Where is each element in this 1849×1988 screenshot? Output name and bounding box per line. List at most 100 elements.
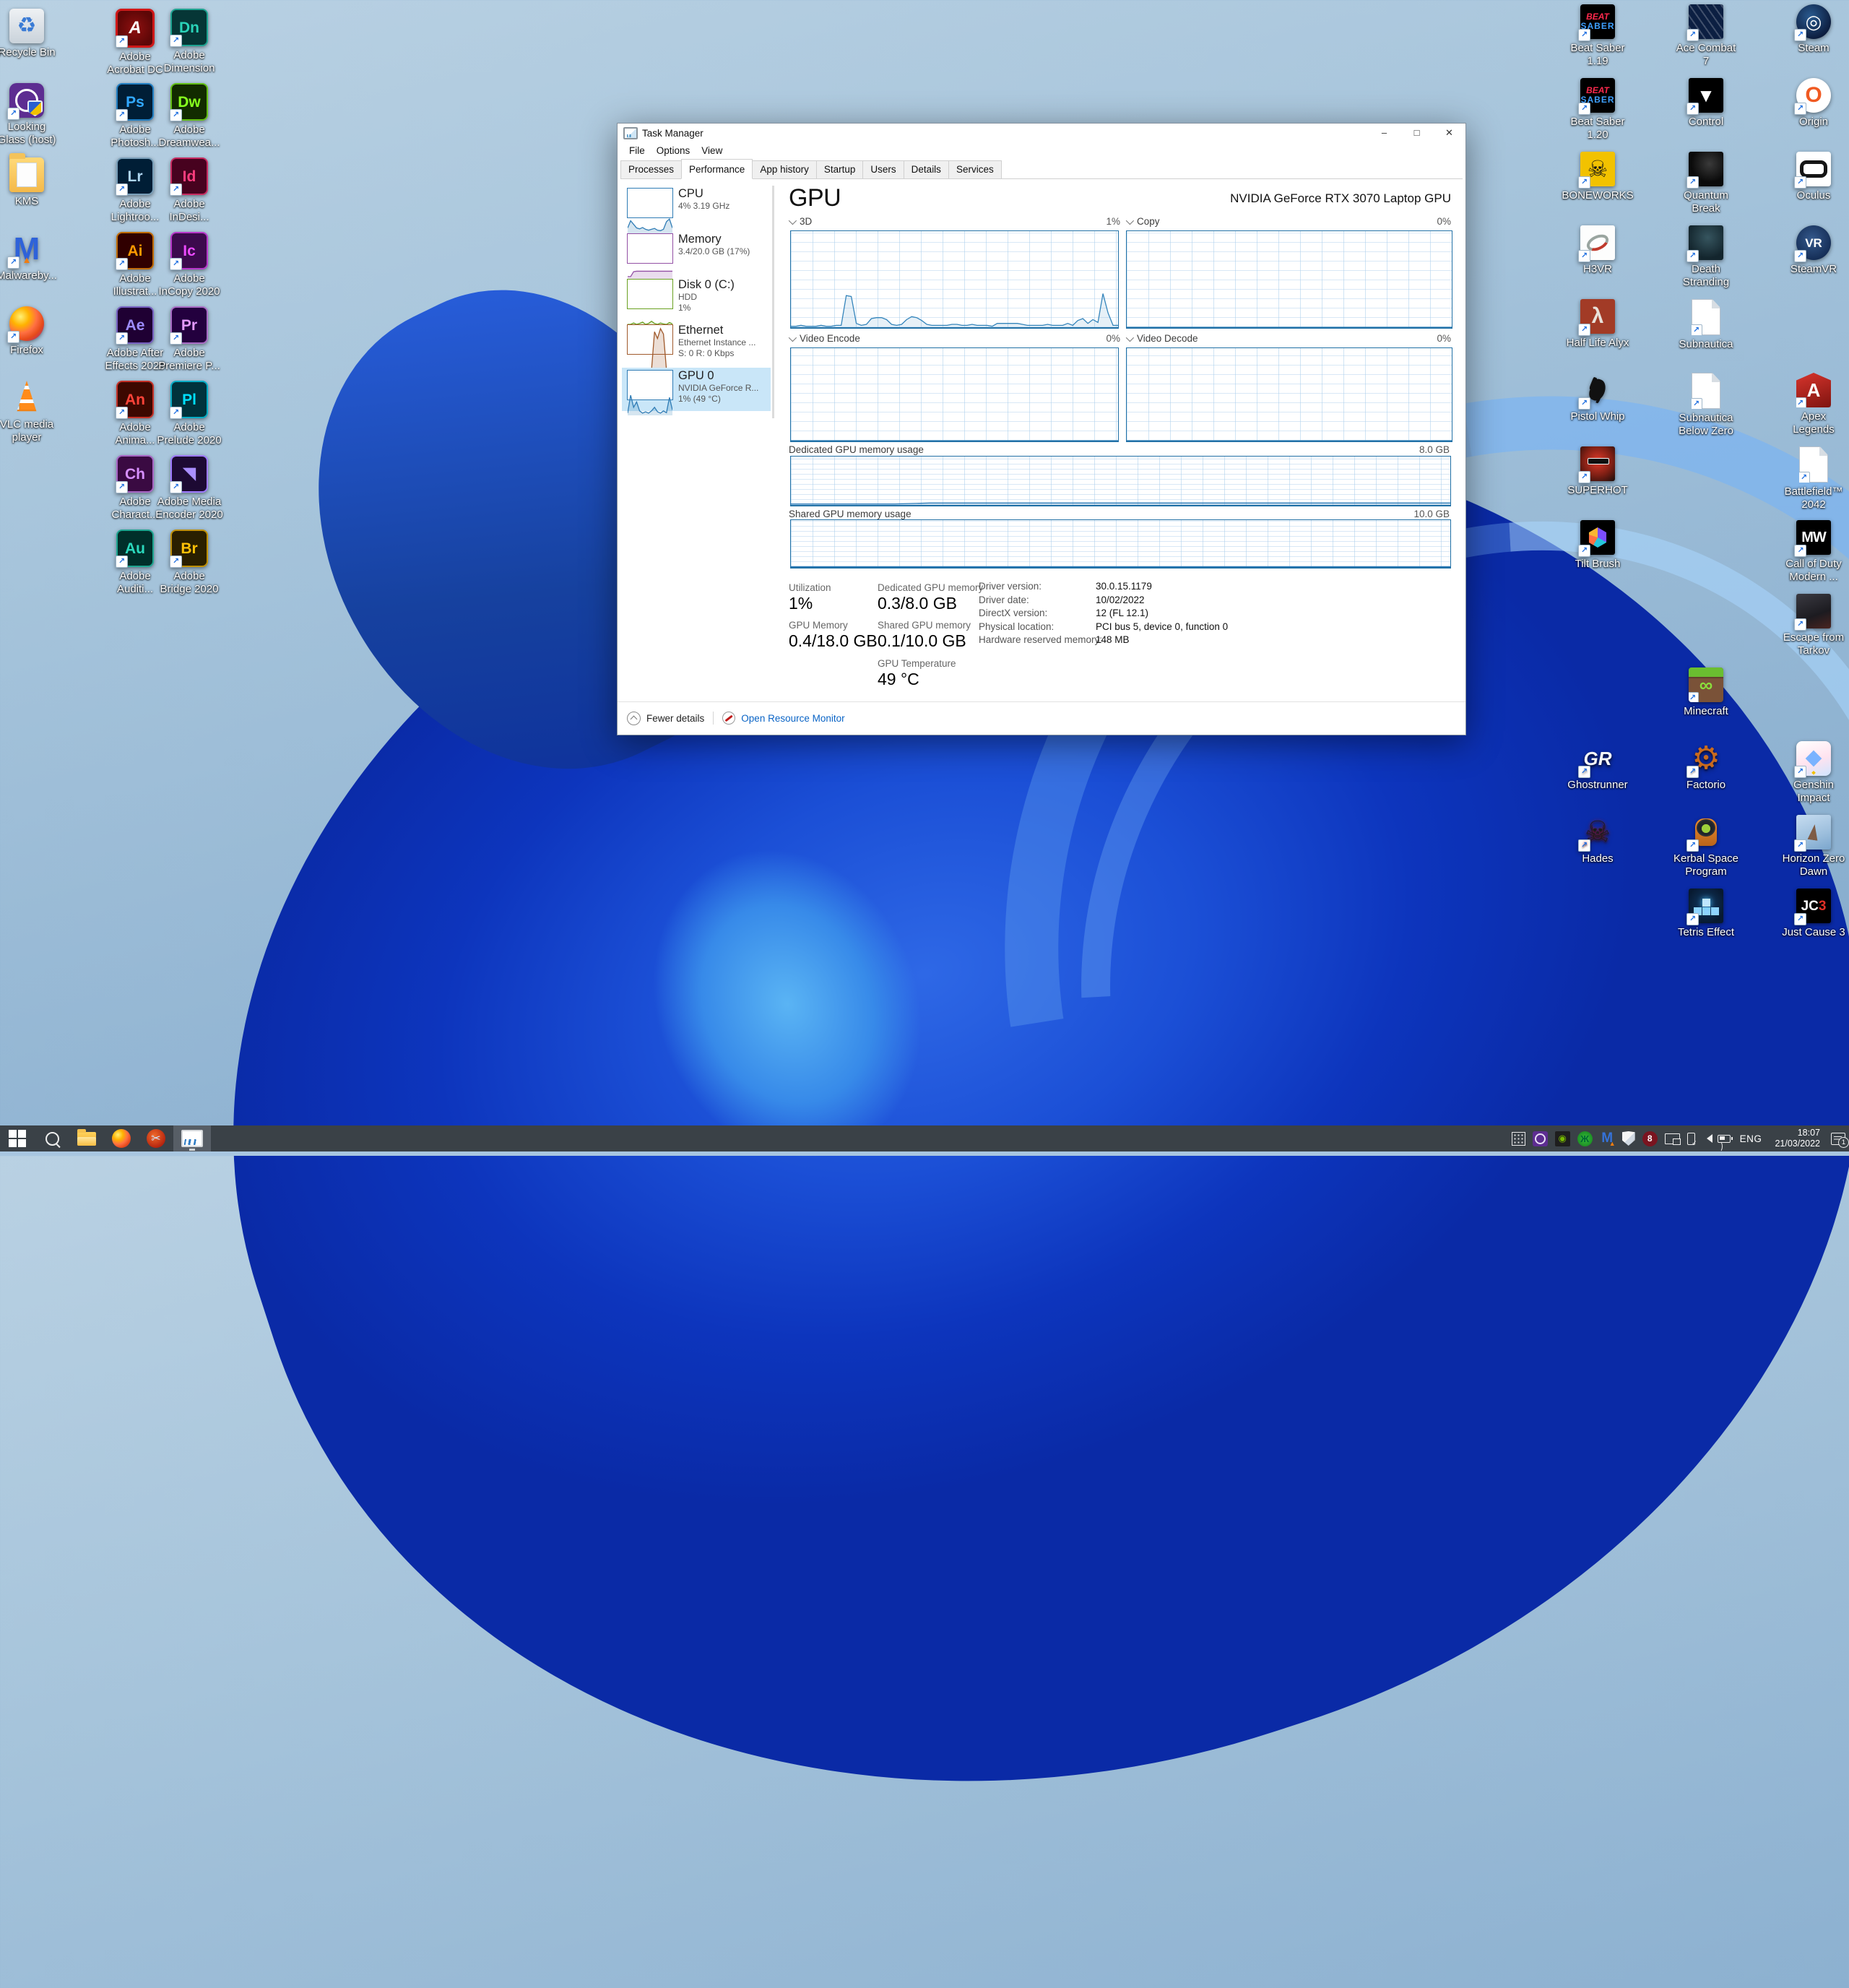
- usb-device-icon[interactable]: [1687, 1133, 1695, 1145]
- desktop-icon-half-life-alyx[interactable]: λ↗Half Life Alyx: [1543, 299, 1652, 350]
- desktop-icon-steam[interactable]: ◎↗Steam: [1759, 4, 1849, 55]
- desktop-icon-battlefield-2042[interactable]: ↗Battlefield™ 2042: [1759, 446, 1849, 511]
- security-shield-warning-icon[interactable]: [1622, 1131, 1635, 1146]
- tab-details[interactable]: Details: [904, 160, 949, 178]
- title-bar[interactable]: Task Manager – □ ✕: [618, 124, 1465, 142]
- gpu-copy-chart[interactable]: [1126, 230, 1452, 329]
- file-explorer-button[interactable]: [69, 1125, 104, 1151]
- battery-power-icon[interactable]: [1718, 1135, 1731, 1143]
- gpu-shared-memory-chart[interactable]: [790, 519, 1451, 569]
- desktop-icon-kerbal-space-program[interactable]: ↗Kerbal Space Program: [1652, 815, 1760, 878]
- gpu-video-encode-chart[interactable]: [790, 347, 1119, 442]
- desktop-icon-tetris-effect[interactable]: ↗Tetris Effect: [1652, 889, 1760, 939]
- desktop-icon-steamvr[interactable]: VR↗SteamVR: [1759, 225, 1849, 276]
- desktop-icon-beat-saber-120[interactable]: BEATSABER↗Beat Saber 1.20: [1543, 78, 1652, 142]
- volume-icon[interactable]: [1702, 1134, 1712, 1143]
- desktop-icon-beat-saber-119[interactable]: BEATSABER↗Beat Saber 1.19: [1543, 4, 1652, 68]
- desktop-icon-adobe-indesign[interactable]: Id↗Adobe InDesi...: [135, 157, 243, 224]
- gpu-3d-chart[interactable]: [790, 230, 1119, 329]
- desktop-icon-adobe-media-encoder[interactable]: ◥↗Adobe Media Encoder 2020: [135, 455, 243, 522]
- start-button[interactable]: [0, 1125, 35, 1151]
- gpu-stats: Utilization1%GPU Memory0.4/18.0 GBDedica…: [789, 579, 1451, 701]
- desktop-icon-control[interactable]: ▼↗Control: [1652, 78, 1760, 129]
- hidden-icons-button[interactable]: [1512, 1132, 1525, 1146]
- desktop-icon-vlc-media-player[interactable]: ↗VLC media player: [0, 381, 81, 444]
- desktop-icon-kms[interactable]: KMS: [0, 157, 81, 208]
- performance-sidebar: CPU4% 3.19 GHzMemory3.4/20.0 GB (17%)Dis…: [622, 186, 771, 413]
- desktop-icon-quantum-break[interactable]: ↗Quantum Break: [1652, 152, 1760, 215]
- desktop-icon-ghostrunner[interactable]: GR↗Ghostrunner: [1543, 741, 1652, 792]
- tab-processes[interactable]: Processes: [620, 160, 682, 178]
- desktop-icon-tilt-brush[interactable]: ↗Tilt Brush: [1543, 520, 1652, 571]
- escape-from-tarkov-icon: ↗: [1796, 594, 1831, 628]
- sidebar-item-gpu-0[interactable]: GPU 0NVIDIA GeForce R...1% (49 °C): [622, 368, 771, 411]
- desktop-icon-horizon-zero-dawn[interactable]: ↗Horizon Zero Dawn: [1759, 815, 1849, 878]
- desktop-icon-looking-glass-host[interactable]: ↗Looking Glass (host): [0, 83, 81, 147]
- shortcut-arrow-icon: ↗: [1794, 839, 1806, 852]
- desktop-icon-minecraft[interactable]: ∞↗Minecraft: [1652, 667, 1760, 718]
- snipping-tool-button[interactable]: ✂: [139, 1125, 173, 1151]
- gpu-video-decode-chart[interactable]: [1126, 347, 1452, 442]
- close-button[interactable]: ✕: [1433, 124, 1465, 142]
- desktop-icon-adobe-premiere-pro[interactable]: Pr↗Adobe Premiere P...: [135, 306, 243, 373]
- clock[interactable]: 18:07 21/03/2022: [1775, 1128, 1820, 1149]
- desktop-icon-ace-combat-7[interactable]: ↗Ace Combat 7: [1652, 4, 1760, 68]
- desktop-icon-factorio[interactable]: ⚙↗Factorio: [1652, 741, 1760, 792]
- razer-synapse-tray-icon[interactable]: Ж: [1577, 1131, 1593, 1146]
- language-indicator[interactable]: ENG: [1740, 1133, 1762, 1144]
- sidebar-scrollbar[interactable]: [772, 186, 774, 418]
- sidebar-item-disk-0[interactable]: Disk 0 (C:)HDD1%: [622, 277, 771, 320]
- tab-performance[interactable]: Performance: [681, 159, 753, 179]
- fewer-details-button[interactable]: Fewer details: [646, 713, 704, 724]
- desktop-icon-adobe-dimension[interactable]: Dn↗Adobe Dimension: [135, 9, 243, 75]
- sidebar-item-memory[interactable]: Memory3.4/20.0 GB (17%): [622, 231, 771, 275]
- maximize-button[interactable]: □: [1400, 124, 1433, 142]
- desktop-icon-firefox[interactable]: ↗Firefox: [0, 306, 81, 357]
- desktop-icon-adobe-bridge[interactable]: Br↗Adobe Bridge 2020: [135, 530, 243, 596]
- desktop-icon-hades[interactable]: ☠↗Hades: [1543, 815, 1652, 865]
- desktop-icon-escape-from-tarkov[interactable]: ↗Escape from Tarkov: [1759, 594, 1849, 657]
- desktop-icon-recycle-bin[interactable]: ♻Recycle Bin: [0, 9, 81, 59]
- desktop-icon-subnautica[interactable]: ↗Subnautica: [1652, 299, 1760, 351]
- open-resource-monitor-link[interactable]: Open Resource Monitor: [741, 713, 844, 724]
- tab-services[interactable]: Services: [948, 160, 1002, 178]
- desktop-icon-boneworks[interactable]: ☠↗BONEWORKS: [1543, 152, 1652, 202]
- desktop-icon-adobe-incopy[interactable]: Ic↗Adobe InCopy 2020: [135, 232, 243, 298]
- tab-users[interactable]: Users: [862, 160, 904, 178]
- desktop-icon-oculus[interactable]: ↗Oculus: [1759, 152, 1849, 202]
- desktop-icon-apex-legends[interactable]: A↗Apex Legends: [1759, 373, 1849, 436]
- gpu-dedicated-memory-chart[interactable]: [790, 456, 1451, 506]
- desktop-icon-origin[interactable]: O↗Origin: [1759, 78, 1849, 129]
- desktop-icon-superhot[interactable]: ↗SUPERHOT: [1543, 446, 1652, 497]
- malwarebytes-tray-icon[interactable]: M: [1600, 1131, 1615, 1146]
- sidebar-item-cpu[interactable]: CPU4% 3.19 GHz: [622, 186, 771, 229]
- notification-center-icon[interactable]: 1: [1831, 1133, 1845, 1145]
- sidebar-item-ethernet[interactable]: EthernetEthernet Instance ...S: 0 R: 0 K…: [622, 322, 771, 366]
- tab-startup[interactable]: Startup: [816, 160, 864, 178]
- desktop-icon-death-stranding[interactable]: ↗Death Stranding: [1652, 225, 1760, 289]
- desktop-icon-genshin-impact[interactable]: ↗Genshin Impact: [1759, 741, 1849, 805]
- tab-app-history[interactable]: App history: [752, 160, 817, 178]
- desktop-icon-pistol-whip[interactable]: ↗Pistol Whip: [1543, 373, 1652, 423]
- tetris-effect-icon: ↗: [1689, 889, 1723, 923]
- firefox-button[interactable]: [104, 1125, 139, 1151]
- desktop-icon-h3vr[interactable]: ↗H3VR: [1543, 225, 1652, 276]
- menu-options[interactable]: Options: [651, 145, 696, 156]
- task-manager-button[interactable]: [173, 1125, 211, 1151]
- looking-glass-tray-icon[interactable]: [1533, 1131, 1548, 1146]
- desktop-icon-call-of-duty-mw[interactable]: MW↗Call of Duty Modern ...: [1759, 520, 1849, 584]
- desktop-icon-adobe-dreamweaver[interactable]: Dw↗Adobe Dreamwea...: [135, 83, 243, 150]
- menu-view[interactable]: View: [696, 145, 728, 156]
- menu-file[interactable]: File: [623, 145, 651, 156]
- display-network-icon[interactable]: [1665, 1133, 1680, 1144]
- desktop-icon-malwarebytes[interactable]: M↗Malwareby...: [0, 232, 81, 282]
- desktop-icon-subnautica-below-zero[interactable]: ↗Subnautica Below Zero: [1652, 373, 1760, 438]
- desktop-icon-adobe-prelude[interactable]: Pl↗Adobe Prelude 2020: [135, 381, 243, 447]
- desktop-icon-just-cause-3[interactable]: JC3↗Just Cause 3: [1759, 889, 1849, 939]
- minimize-button[interactable]: –: [1368, 124, 1400, 142]
- stat-label: Dedicated GPU memory: [878, 582, 983, 593]
- red-badge-tray-icon[interactable]: 8: [1642, 1131, 1658, 1146]
- search-button[interactable]: [35, 1125, 69, 1151]
- nvidia-settings-tray-icon[interactable]: ◉: [1555, 1131, 1570, 1146]
- screen-bottom-strip: [0, 1151, 1849, 1156]
